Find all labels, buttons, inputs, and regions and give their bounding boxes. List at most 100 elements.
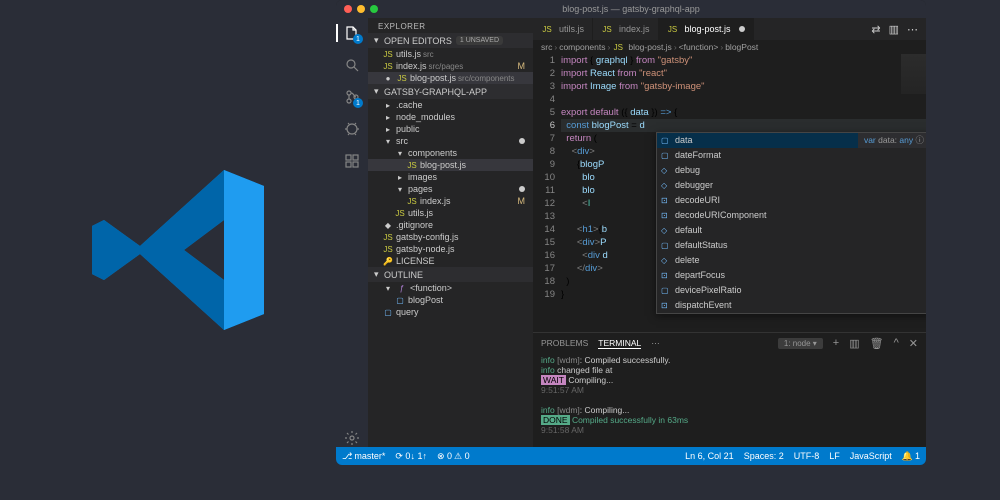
project-section[interactable]: ▾GATSBY-GRAPHQL-APP [368,84,533,99]
code-editor[interactable]: 12345678910111213141516171819 import { g… [533,54,926,332]
maximize-window-icon[interactable] [370,5,378,13]
outline-item[interactable]: ▢query [368,306,533,318]
problems-count[interactable]: ⊗ 0 ⚠ 0 [437,451,470,462]
open-editor-item[interactable]: ●JSblog-post.jssrc/components [368,72,533,84]
close-window-icon[interactable] [344,5,352,13]
git-branch[interactable]: ⎇ master* [342,451,385,462]
explorer-icon[interactable]: 1 [343,24,361,42]
traffic-lights [344,5,378,13]
new-terminal-icon[interactable]: + [833,337,839,349]
chevron-right-icon: ▸ [382,101,394,110]
minimize-window-icon[interactable] [357,5,365,13]
file-item[interactable]: JSblog-post.js [368,159,533,171]
outline-section[interactable]: ▾OUTLINE [368,267,533,282]
breadcrumb[interactable]: src› components› JSblog-post.js› <functi… [533,40,926,54]
close-panel-icon[interactable]: ✕ [909,337,918,350]
keyword-icon: ◇ [661,179,675,192]
file-icon: ◆ [382,221,394,230]
notifications-icon[interactable]: 🔔 1 [902,451,920,462]
settings-gear-icon[interactable] [343,429,361,447]
chevron-right-icon: ▸ [382,125,394,134]
code-lines: import { graphql } from "gatsby" import … [561,54,926,332]
suggestion-item[interactable]: ⊡departFocus [657,268,926,283]
js-file-icon: JS [394,209,406,218]
indentation[interactable]: Spaces: 2 [744,451,784,461]
intellisense-popup[interactable]: var data: any ⓘ ▢data ▢dateFormat ◇debug… [656,132,926,314]
debug-icon[interactable] [343,120,361,138]
editor-tabs: JSutils.js JSindex.js JSblog-post.js ⇄ ▥… [533,18,926,40]
suggestion-item[interactable]: ◇default [657,223,926,238]
vscode-window: blog-post.js — gatsby-graphql-app 1 1 [336,0,926,465]
eol[interactable]: LF [829,451,840,461]
file-item[interactable]: 🔑LICENSE [368,255,533,267]
extensions-icon[interactable] [343,152,361,170]
tab-utils[interactable]: JSutils.js [533,18,593,40]
variable-icon: ▢ [661,239,675,252]
kill-terminal-icon[interactable]: 🗑 [870,337,884,350]
encoding[interactable]: UTF-8 [794,451,820,461]
suggestion-item[interactable]: ⊡decodeURIComponent [657,208,926,223]
type-hint: var data: any ⓘ [858,133,926,148]
open-editors-label: OPEN EDITORS [384,36,452,46]
variable-icon: ▢ [661,284,675,297]
tab-blog-post[interactable]: JSblog-post.js [659,18,754,40]
file-item[interactable]: ◆.gitignore [368,219,533,231]
file-item[interactable]: JSgatsby-config.js [368,231,533,243]
outline-item[interactable]: ▢blogPost [368,294,533,306]
js-file-icon: JS [406,197,418,206]
suggestion-item[interactable]: ▢devicePixelRatio [657,283,926,298]
search-icon[interactable] [343,56,361,74]
suggestion-item[interactable]: ◇debug [657,163,926,178]
more-actions-icon[interactable]: ⋯ [907,23,918,36]
folder-item[interactable]: ▸.cache [368,99,533,111]
open-editor-item[interactable]: JSutils.jssrc [368,48,533,60]
terminal-tab[interactable]: TERMINAL [598,338,641,349]
unsaved-badge: 1 UNSAVED [456,36,503,45]
chevron-down-icon: ▾ [394,149,406,158]
suggestion-item[interactable]: ◇debugger [657,178,926,193]
maximize-panel-icon[interactable]: ^ [894,337,899,349]
folder-item[interactable]: ▾pages [368,183,533,195]
source-control-icon[interactable]: 1 [343,88,361,106]
folder-item[interactable]: ▸node_modules [368,111,533,123]
file-item[interactable]: JSutils.js [368,207,533,219]
js-file-icon: JS [541,25,553,34]
variable-icon: ▢ [661,134,675,147]
terminal-output[interactable]: info [wdm]: Compiled successfully. info … [533,353,926,447]
suggestion-item[interactable]: ⊡dispatchEvent [657,298,926,313]
chevron-down-icon: ▾ [394,185,406,194]
chevron-down-icon: ▾ [382,137,394,146]
chevron-down-icon: ▾ [374,35,384,46]
compare-icon[interactable]: ⇄ [871,23,880,36]
minimap[interactable] [901,54,926,94]
suggestion-item[interactable]: ▢dateFormat [657,148,926,163]
folder-item[interactable]: ▾components [368,147,533,159]
js-file-icon: JS [612,43,624,52]
split-terminal-icon[interactable]: ▥ [849,337,859,350]
git-sync[interactable]: ⟳ 0↓ 1↑ [395,451,427,462]
language-mode[interactable]: JavaScript [850,451,892,461]
split-editor-icon[interactable]: ▥ [889,23,899,36]
chevron-right-icon: ▸ [382,113,394,122]
suggestion-item[interactable]: ⊡decodeURI [657,193,926,208]
window-title: blog-post.js — gatsby-graphql-app [562,4,700,14]
explorer-badge: 1 [353,34,363,44]
file-item[interactable]: JSgatsby-node.js [368,243,533,255]
tab-index[interactable]: JSindex.js [593,18,659,40]
terminal-selector[interactable]: 1: node ▾ [778,338,823,349]
more-icon[interactable]: ⋯ [651,338,660,349]
suggestion-item[interactable]: ▢defaultStatus [657,238,926,253]
open-editors-section[interactable]: ▾ OPEN EDITORS 1 UNSAVED [368,33,533,48]
folder-item[interactable]: ▾src [368,135,533,147]
problems-tab[interactable]: PROBLEMS [541,338,588,348]
cursor-position[interactable]: Ln 6, Col 21 [685,451,734,461]
outline-item[interactable]: ▾ƒ<function> [368,282,533,294]
suggestion-item[interactable]: ◇delete [657,253,926,268]
panel-tabs: PROBLEMS TERMINAL ⋯ 1: node ▾ + ▥ 🗑 ^ ✕ [533,333,926,353]
chevron-down-icon: ▾ [374,86,384,97]
status-bar: ⎇ master* ⟳ 0↓ 1↑ ⊗ 0 ⚠ 0 Ln 6, Col 21 S… [336,447,926,465]
folder-item[interactable]: ▸public [368,123,533,135]
open-editor-item[interactable]: JSindex.jssrc/pagesM [368,60,533,72]
file-item[interactable]: JSindex.jsM [368,195,533,207]
folder-item[interactable]: ▸images [368,171,533,183]
